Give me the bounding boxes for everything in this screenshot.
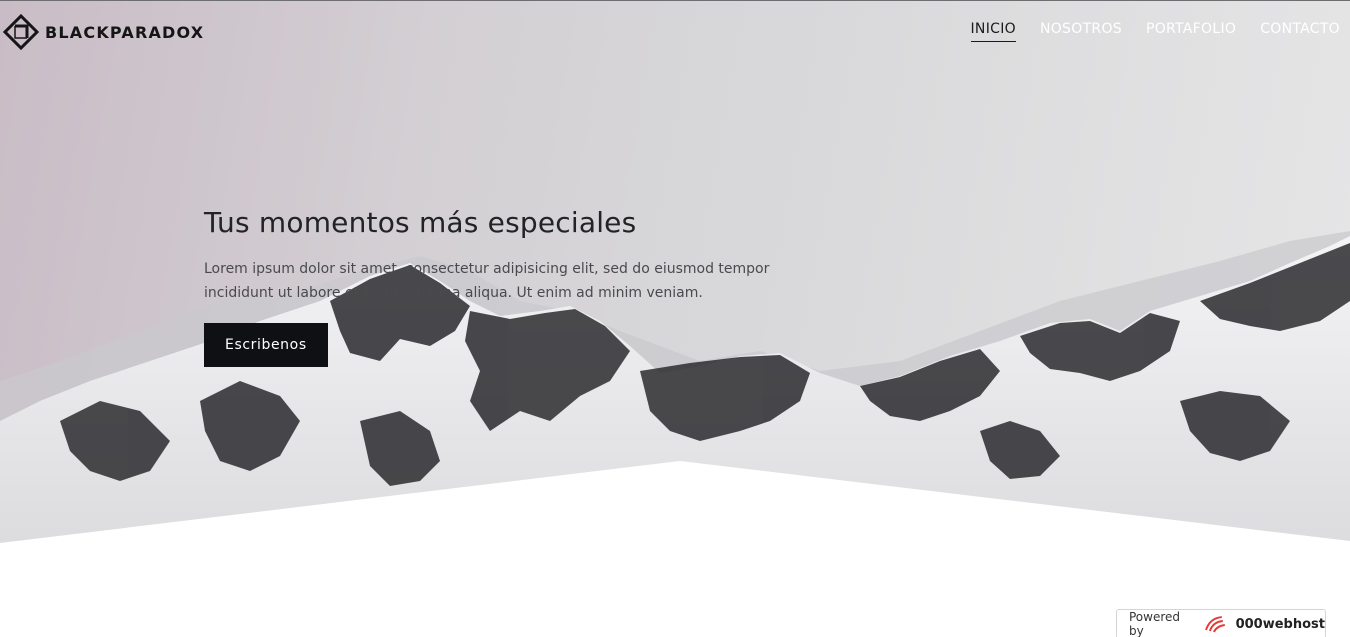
main-nav: INICIO NOSOTROS PORTAFOLIO CONTACTO [970,21,1341,42]
hero-section: BLACKPARADOX INICIO NOSOTROS PORTAFOLIO … [0,0,1350,545]
logo-icon [3,14,39,50]
site-logo[interactable]: BLACKPARADOX [3,14,204,50]
contact-cta-button[interactable]: Escribenos [204,323,328,367]
000webhost-logo-icon [1204,616,1225,633]
nav-item-contacto[interactable]: CONTACTO [1260,21,1340,42]
nav-item-portafolio[interactable]: PORTAFOLIO [1146,21,1236,42]
hero-description: Lorem ipsum dolor sit amet, consectetur … [204,261,770,301]
hero-content: Tus momentos más especiales Lorem ipsum … [204,206,804,367]
nav-item-nosotros[interactable]: NOSOTROS [1040,21,1122,42]
logo-text: BLACKPARADOX [45,22,205,42]
hero-title: Tus momentos más especiales [204,206,637,239]
powered-by-label: Powered by [1129,610,1181,637]
nav-item-inicio[interactable]: INICIO [970,21,1016,42]
powered-by-badge[interactable]: Powered by 000webhost [1116,609,1326,637]
000webhost-brand: 000webhost [1235,616,1325,632]
